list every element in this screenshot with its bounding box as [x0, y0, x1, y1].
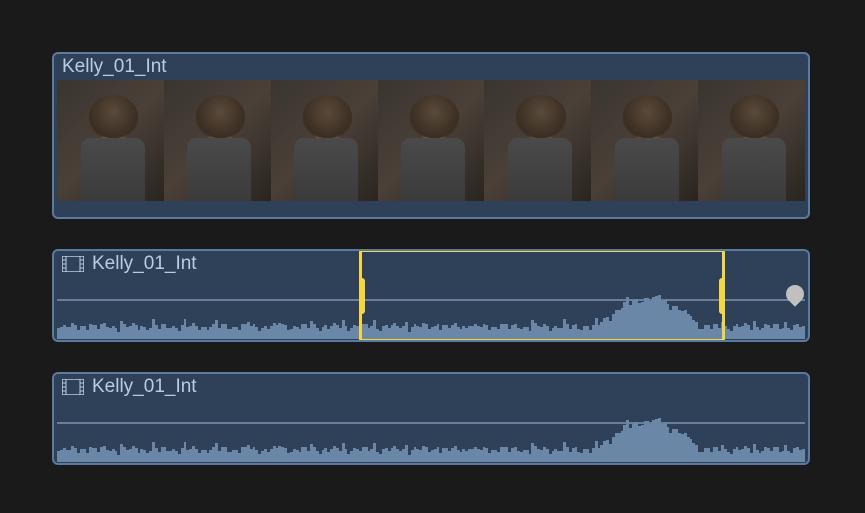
clip-title-bar: Kelly_01_Int — [54, 251, 808, 277]
audio-clip[interactable]: Kelly_01_Int — [52, 372, 810, 465]
audio-waveform[interactable] — [57, 402, 805, 462]
filmstrip-icon — [62, 379, 84, 395]
thumbnail-frame — [271, 80, 378, 201]
audio-waveform[interactable] — [57, 279, 805, 339]
thumbnail-frame — [378, 80, 485, 201]
thumbnail-frame — [57, 80, 164, 201]
waveform-bars — [57, 281, 805, 339]
clip-name-label: Kelly_01_Int — [62, 56, 167, 78]
thumbnail-frame — [698, 80, 805, 201]
media-browser: Kelly_01_Int — [52, 52, 810, 495]
video-filmstrip[interactable] — [54, 80, 808, 204]
clip-title-bar: Kelly_01_Int — [54, 374, 808, 400]
thumbnail-frame — [484, 80, 591, 201]
filmstrip-icon — [62, 256, 84, 272]
clip-name-label: Kelly_01_Int — [92, 253, 197, 275]
audio-clip[interactable]: Kelly_01_Int — [52, 249, 810, 342]
clip-name-label: Kelly_01_Int — [92, 376, 197, 398]
clip-title-bar: Kelly_01_Int — [54, 54, 808, 80]
video-clip[interactable]: Kelly_01_Int — [52, 52, 810, 219]
thumbnail-frame — [591, 80, 698, 201]
waveform-bars — [57, 404, 805, 462]
thumbnail-frame — [164, 80, 271, 201]
